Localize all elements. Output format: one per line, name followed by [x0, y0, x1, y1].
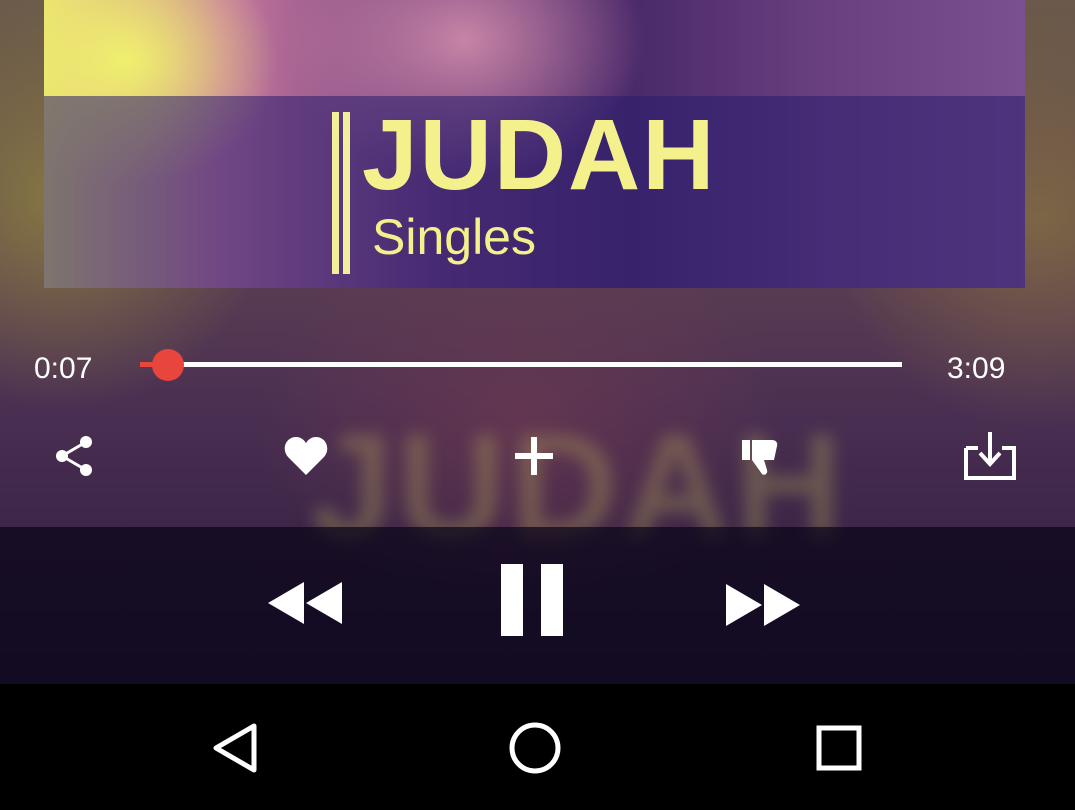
nav-recents-button[interactable]: [809, 718, 869, 778]
seek-bar[interactable]: [140, 349, 902, 381]
recents-square-icon: [816, 725, 862, 771]
pause-button[interactable]: [500, 563, 564, 637]
album-art-bar: [332, 112, 339, 274]
home-circle-icon: [509, 722, 561, 774]
album-art: JUDAH Singles: [44, 0, 1025, 288]
share-icon: [56, 436, 92, 476]
heart-icon: [284, 437, 328, 475]
total-duration: 3:09: [947, 352, 1006, 385]
album-art-title: JUDAH: [362, 99, 717, 211]
pause-icon: [501, 564, 563, 636]
back-triangle-icon: [213, 723, 257, 773]
seek-bar-thumb[interactable]: [152, 349, 184, 381]
add-to-playlist-button[interactable]: [506, 428, 562, 484]
album-art-subtitle: Singles: [372, 209, 536, 265]
download-button[interactable]: [962, 428, 1018, 484]
elapsed-time: 0:07: [34, 352, 93, 385]
download-icon: [964, 432, 1016, 480]
dislike-button[interactable]: [734, 428, 790, 484]
thumbs-down-icon: [742, 440, 778, 475]
nav-home-button[interactable]: [505, 718, 565, 778]
rewind-button[interactable]: [266, 578, 346, 628]
plus-icon: [515, 437, 553, 475]
nav-back-button[interactable]: [204, 718, 264, 778]
fast-forward-button[interactable]: [722, 580, 802, 630]
like-button[interactable]: [278, 428, 334, 484]
fast-forward-icon: [726, 584, 800, 626]
share-button[interactable]: [47, 428, 103, 484]
album-art-bar: [343, 112, 350, 274]
rewind-icon: [268, 582, 342, 624]
